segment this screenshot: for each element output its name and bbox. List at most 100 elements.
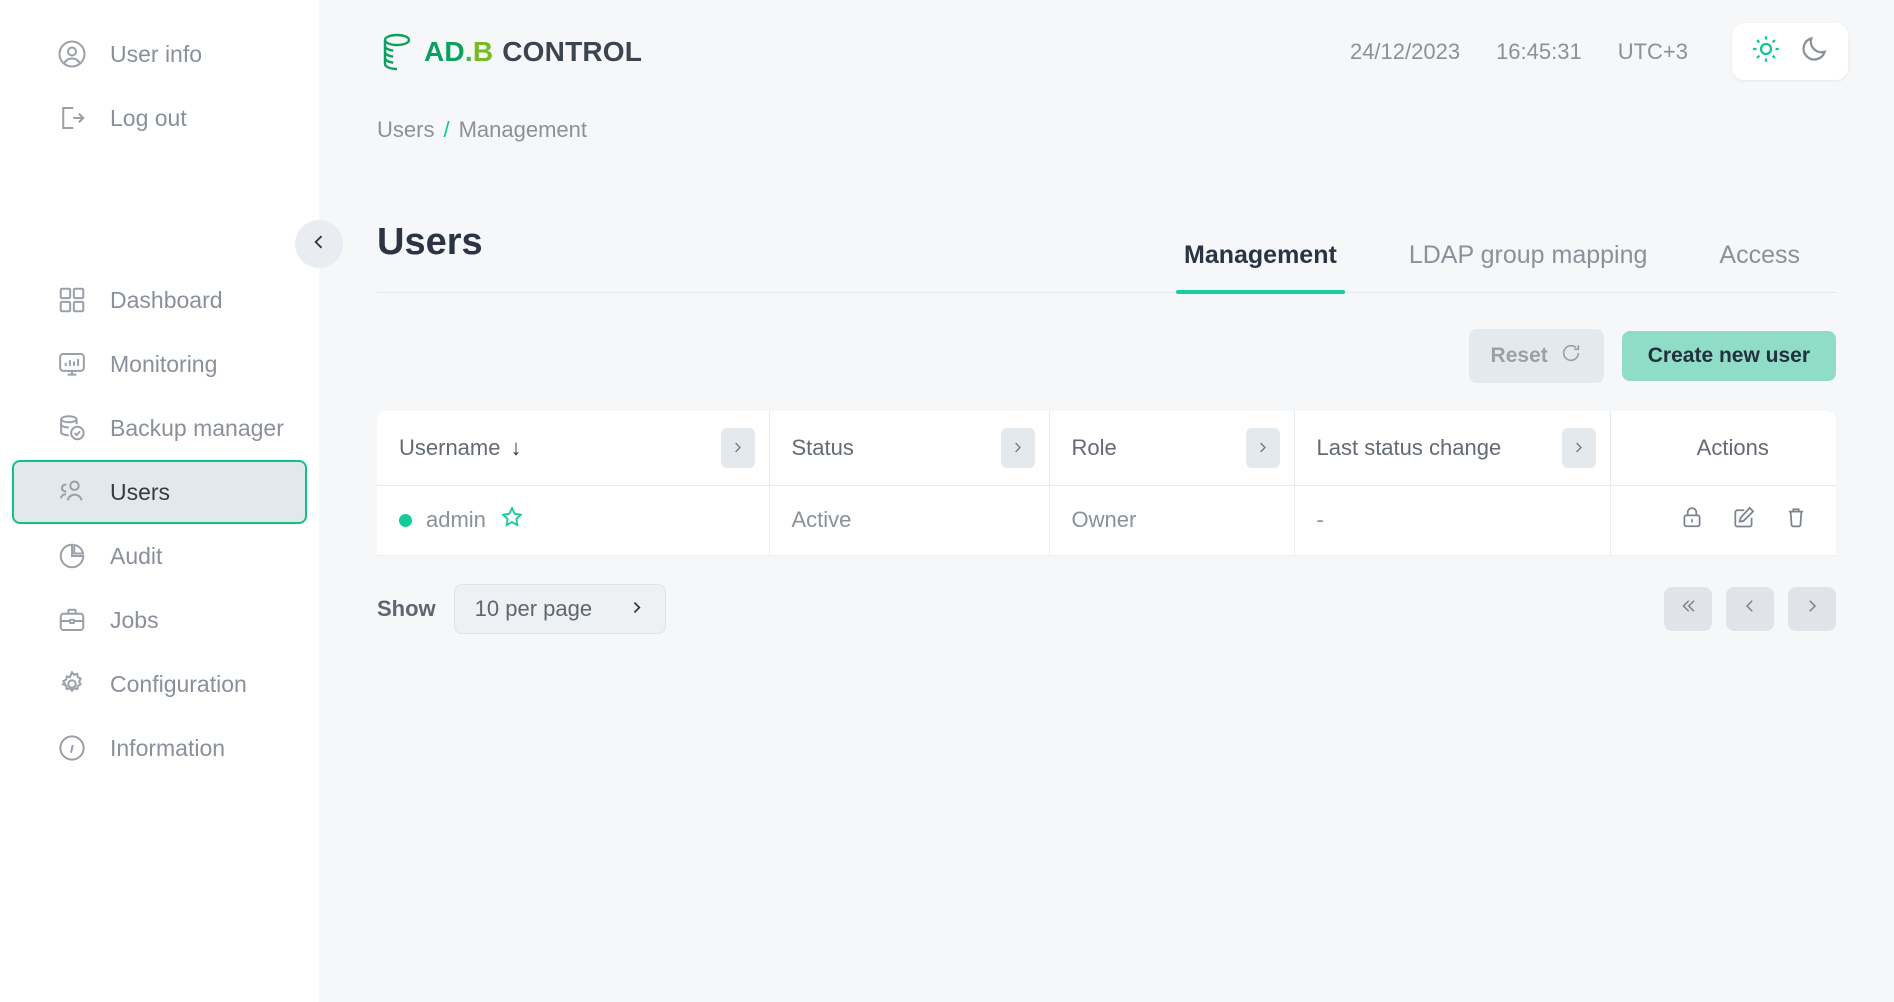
table-header-row: Username ↓ Status Role Last status chang… bbox=[377, 411, 1836, 486]
top-bar-right: 24/12/2023 16:45:31 UTC+3 bbox=[1350, 23, 1848, 80]
sidebar-item-log-out[interactable]: Log out bbox=[12, 86, 307, 150]
sidebar-item-label: Monitoring bbox=[110, 350, 218, 377]
lock-icon[interactable] bbox=[1679, 504, 1705, 536]
per-page-select[interactable]: 10 per page bbox=[453, 583, 667, 634]
next-page-button[interactable] bbox=[1788, 586, 1836, 631]
sidebar-item-user-info[interactable]: User info bbox=[12, 22, 307, 86]
logo-text: AD.B CONTROL bbox=[424, 35, 642, 67]
table-toolbar: Reset Create new user bbox=[377, 329, 1836, 383]
timezone-label: UTC+3 bbox=[1617, 38, 1688, 64]
username-text: admin bbox=[426, 507, 486, 532]
column-header-username[interactable]: Username ↓ bbox=[377, 411, 770, 486]
chevron-right-icon bbox=[1571, 435, 1586, 461]
sidebar-item-label: Backup manager bbox=[110, 414, 284, 441]
cell-last-status-change: - bbox=[1294, 485, 1611, 556]
cell-username: admin bbox=[377, 485, 770, 556]
current-time: 16:45:31 bbox=[1496, 38, 1582, 64]
column-header-role[interactable]: Role bbox=[1049, 411, 1295, 486]
previous-page-button[interactable] bbox=[1726, 586, 1774, 631]
column-header-label: Username bbox=[399, 434, 501, 460]
breadcrumb-item-users[interactable]: Users bbox=[377, 117, 434, 143]
database-check-icon bbox=[56, 412, 88, 444]
tab-access[interactable]: Access bbox=[1683, 241, 1836, 292]
sidebar-item-information[interactable]: Information bbox=[12, 716, 307, 780]
chevron-right-icon bbox=[1803, 597, 1821, 620]
double-chevron-left-icon bbox=[1679, 597, 1697, 620]
chevron-right-icon bbox=[730, 435, 745, 461]
delete-icon[interactable] bbox=[1783, 504, 1809, 536]
sort-descending-icon[interactable]: ↓ bbox=[510, 435, 521, 461]
cell-status: Active bbox=[769, 485, 1050, 556]
sidebar-item-label: Dashboard bbox=[110, 286, 223, 313]
sun-icon[interactable] bbox=[1751, 34, 1781, 69]
sidebar-item-label: Configuration bbox=[110, 670, 247, 697]
column-header-label: Last status change bbox=[1316, 434, 1502, 460]
gear-icon bbox=[56, 668, 88, 700]
reset-button[interactable]: Reset bbox=[1468, 329, 1604, 383]
sidebar-item-label: Jobs bbox=[110, 606, 159, 633]
user-circle-icon bbox=[56, 38, 88, 70]
moon-icon[interactable] bbox=[1799, 34, 1829, 69]
sidebar-item-jobs[interactable]: Jobs bbox=[12, 588, 307, 652]
per-page-value: 10 per page bbox=[474, 595, 593, 621]
breadcrumb-item-management: Management bbox=[458, 117, 587, 142]
sidebar-item-users[interactable]: Users bbox=[12, 460, 307, 524]
logo-ad: AD bbox=[424, 35, 465, 67]
sidebar-item-audit[interactable]: Audit bbox=[12, 524, 307, 588]
sidebar-item-label: Audit bbox=[110, 542, 163, 569]
logout-icon bbox=[56, 102, 88, 134]
refresh-icon bbox=[1560, 342, 1582, 370]
sidebar-item-label: Log out bbox=[110, 104, 187, 131]
cell-role: Owner bbox=[1049, 485, 1295, 556]
theme-toggle[interactable] bbox=[1732, 23, 1848, 80]
star-icon[interactable] bbox=[500, 505, 524, 535]
show-label: Show bbox=[377, 595, 436, 621]
sidebar: User info Log out Dashboard Monitoring B… bbox=[0, 0, 343, 1002]
column-header-last-status-change[interactable]: Last status change bbox=[1294, 411, 1611, 486]
chevron-right-icon bbox=[1010, 435, 1025, 461]
current-date: 24/12/2023 bbox=[1349, 38, 1461, 64]
users-table: Username ↓ Status Role Last status chang… bbox=[377, 411, 1836, 556]
page-title: Users bbox=[377, 221, 483, 263]
chevron-left-icon bbox=[1741, 597, 1759, 620]
sidebar-item-monitoring[interactable]: Monitoring bbox=[12, 332, 307, 396]
top-bar: AD.B CONTROL 24/12/2023 16:45:31 UTC+3 bbox=[319, 0, 1894, 103]
column-expand-button[interactable] bbox=[1245, 427, 1280, 468]
users-icon bbox=[56, 476, 88, 508]
sidebar-item-backup-manager[interactable]: Backup manager bbox=[12, 396, 307, 460]
edit-icon[interactable] bbox=[1731, 504, 1757, 536]
sidebar-item-label: Information bbox=[110, 734, 226, 761]
column-header-label: Role bbox=[1071, 434, 1117, 460]
pagination bbox=[1664, 586, 1836, 631]
logo-b: B bbox=[472, 35, 494, 67]
breadcrumb-separator: / bbox=[443, 117, 450, 142]
table-row[interactable]: admin Active Owner - bbox=[377, 485, 1836, 556]
logo-dot: . bbox=[464, 35, 473, 67]
column-expand-button[interactable] bbox=[1561, 427, 1596, 468]
chevron-right-icon bbox=[1255, 435, 1270, 461]
status-dot bbox=[399, 513, 412, 527]
tab-ldap-group-mapping[interactable]: LDAP group mapping bbox=[1373, 241, 1684, 292]
table-footer: Show 10 per page bbox=[377, 583, 1836, 634]
column-expand-button[interactable] bbox=[1000, 427, 1035, 468]
dashboard-grid-icon bbox=[56, 284, 88, 316]
first-page-button[interactable] bbox=[1664, 586, 1712, 631]
breadcrumb: Users / Management bbox=[319, 103, 1894, 143]
main-content: AD.B CONTROL 24/12/2023 16:45:31 UTC+3 Us… bbox=[319, 0, 1894, 1002]
sidebar-item-dashboard[interactable]: Dashboard bbox=[12, 268, 307, 332]
database-stack-icon bbox=[377, 31, 417, 73]
sidebar-collapse-button[interactable] bbox=[295, 220, 343, 268]
monitor-chart-icon bbox=[56, 348, 88, 380]
column-header-status[interactable]: Status bbox=[769, 411, 1050, 486]
sidebar-item-configuration[interactable]: Configuration bbox=[12, 652, 307, 716]
app-logo[interactable]: AD.B CONTROL bbox=[377, 31, 642, 73]
create-new-user-button[interactable]: Create new user bbox=[1621, 331, 1836, 381]
column-header-actions: Actions bbox=[1610, 411, 1836, 486]
briefcase-icon bbox=[56, 604, 88, 636]
column-expand-button[interactable] bbox=[720, 427, 755, 468]
chevron-right-icon bbox=[628, 596, 645, 622]
sidebar-item-label: User info bbox=[110, 40, 203, 67]
tab-management[interactable]: Management bbox=[1148, 241, 1373, 294]
info-circle-icon bbox=[56, 732, 88, 764]
